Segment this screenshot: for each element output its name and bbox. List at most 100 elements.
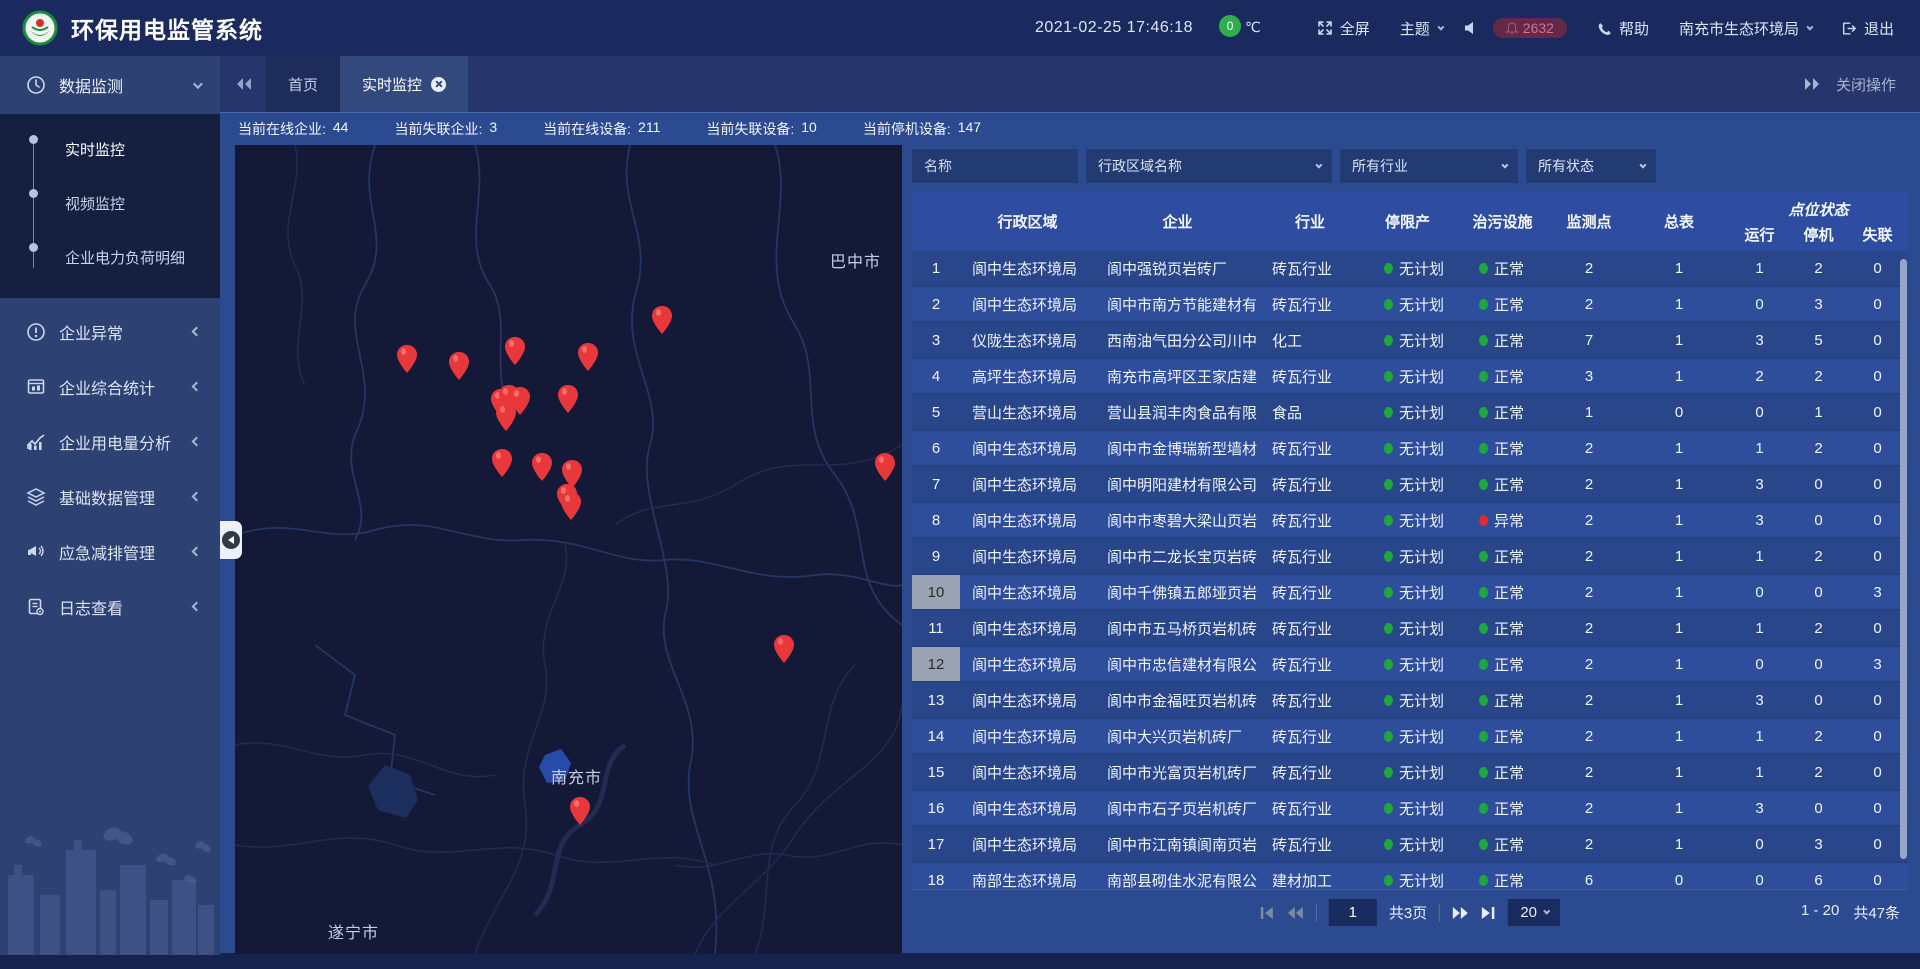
cell-region: 阆中生态环境局 <box>960 467 1095 501</box>
table-row[interactable]: 12 阆中生态环境局 阆中市忠信建材有限公 砖瓦行业 无计划 正常 2 1 0 <box>912 647 1908 683</box>
map-pin-icon[interactable] <box>557 384 579 414</box>
sidebar-subitem[interactable]: 企业电力负荷明细 <box>0 230 220 284</box>
stats-icon <box>26 377 46 397</box>
sidebar-item[interactable]: 企业综合统计 <box>0 359 220 414</box>
row-index: 11 <box>912 611 960 645</box>
mute-button[interactable] <box>1464 21 1479 35</box>
map-panel[interactable]: 巴中市 南充市 遂宁市 <box>235 145 902 954</box>
cell-company: 南充市高坪区王家店建 <box>1095 359 1260 393</box>
sidebar-item[interactable]: 企业用电量分析 <box>0 414 220 469</box>
stat-label: 当前停机设备: <box>863 119 951 139</box>
status-select[interactable]: 所有状态 <box>1526 149 1656 183</box>
table-scrollbar[interactable] <box>1900 259 1907 859</box>
region-select[interactable]: 行政区域名称 <box>1086 149 1332 183</box>
double-right-arrow-icon[interactable] <box>1804 77 1820 91</box>
stop-status-label: 无计划 <box>1399 582 1444 603</box>
map-pin-icon[interactable] <box>448 351 470 381</box>
close-icon[interactable] <box>431 77 446 92</box>
tabs-scroll-left-button[interactable] <box>236 77 252 91</box>
facility-status-label: 正常 <box>1494 726 1524 747</box>
cell-company: 阆中强锐页岩砖厂 <box>1095 251 1260 285</box>
table-row[interactable]: 6 阆中生态环境局 阆中市金博瑞新型墙材 砖瓦行业 无计划 正常 2 1 1 <box>912 431 1908 467</box>
last-page-button[interactable] <box>1481 906 1496 920</box>
sidebar-item[interactable]: 企业异常 <box>0 304 220 359</box>
table-row[interactable]: 8 阆中生态环境局 阆中市枣碧大梁山页岩 砖瓦行业 无计划 异常 2 1 3 <box>912 503 1908 539</box>
logout-button[interactable]: 退出 <box>1841 18 1894 39</box>
tab-label: 首页 <box>288 74 318 95</box>
previous-page-button[interactable] <box>1287 906 1304 920</box>
map-pin-icon[interactable] <box>504 336 526 366</box>
column-header-index <box>912 191 960 251</box>
map-pin-icon[interactable] <box>569 796 591 826</box>
table-row[interactable]: 11 阆中生态环境局 阆中市五马桥页岩机砖 砖瓦行业 无计划 正常 2 1 1 <box>912 611 1908 647</box>
map-pin-icon[interactable] <box>773 634 795 664</box>
table-row[interactable]: 3 仪陇生态环境局 西南油气田分公司川中 化工 无计划 正常 7 1 3 <box>912 323 1908 359</box>
sidebar-subitem[interactable]: 视频监控 <box>0 176 220 230</box>
table-row[interactable]: 5 营山生态环境局 营山县润丰肉食品有限 食品 无计划 正常 1 0 0 <box>912 395 1908 431</box>
cell-region: 阆中生态环境局 <box>960 431 1095 465</box>
table-row[interactable]: 1 阆中生态环境局 阆中强锐页岩砖厂 砖瓦行业 无计划 正常 2 1 1 <box>912 251 1908 287</box>
table-row[interactable]: 13 阆中生态环境局 阆中市金福旺页岩机砖 砖瓦行业 无计划 正常 2 1 3 <box>912 683 1908 719</box>
table-row[interactable]: 4 高坪生态环境局 南充市高坪区王家店建 砖瓦行业 无计划 正常 3 1 2 <box>912 359 1908 395</box>
notification-badge[interactable]: 2632 <box>1493 18 1567 38</box>
facility-status-label: 正常 <box>1494 870 1524 890</box>
cell-company: 阆中市金福旺页岩机砖 <box>1095 683 1260 717</box>
cell-meter-count: 1 <box>1628 791 1730 825</box>
next-page-button[interactable] <box>1452 906 1469 920</box>
map-pin-icon[interactable] <box>577 342 599 372</box>
status-dot <box>1479 875 1488 886</box>
sidebar-collapse-button[interactable] <box>220 521 242 559</box>
cell-company: 阆中市金博瑞新型墙材 <box>1095 431 1260 465</box>
table-panel: 行政区域名称 所有行业 所有状态 行政区域 企业 行业 停限产 治污设施 监测点… <box>912 149 1908 954</box>
table-header: 行政区域 企业 行业 停限产 治污设施 监测点 总表 点位状态 运行 停机 失联 <box>912 191 1908 251</box>
map-pin-icon[interactable] <box>531 452 553 482</box>
table-row[interactable]: 9 阆中生态环境局 阆中市二龙长宝页岩砖 砖瓦行业 无计划 正常 2 1 1 <box>912 539 1908 575</box>
map-pin-icon[interactable] <box>396 344 418 374</box>
theme-dropdown[interactable]: 主题 <box>1400 18 1442 39</box>
cell-facility-status: 正常 <box>1455 827 1550 861</box>
help-button[interactable]: 帮助 <box>1597 18 1649 39</box>
fullscreen-button[interactable]: 全屏 <box>1317 18 1370 39</box>
table-row[interactable]: 10 阆中生态环境局 阆中千佛镇五郎垭页岩 砖瓦行业 无计划 正常 2 1 0 <box>912 575 1908 611</box>
org-dropdown[interactable]: 南充市生态环境局 <box>1679 18 1811 39</box>
status-dot <box>1479 263 1488 274</box>
map-pin-icon[interactable] <box>491 448 513 478</box>
map-pin-icon[interactable] <box>651 305 673 335</box>
tab-realtime-monitor[interactable]: 实时监控 <box>340 56 468 112</box>
table-row[interactable]: 14 阆中生态环境局 阆中大兴页岩机砖厂 砖瓦行业 无计划 正常 2 1 1 <box>912 719 1908 755</box>
sidebar-item[interactable]: 基础数据管理 <box>0 469 220 524</box>
table-row[interactable]: 18 南部生态环境局 南部县砌佳水泥有限公 建材加工 无计划 正常 6 0 0 <box>912 863 1908 889</box>
cell-stop-status: 无计划 <box>1360 395 1455 429</box>
cell-run-count: 0 <box>1730 863 1789 889</box>
chart-icon <box>26 432 46 452</box>
name-search-input[interactable] <box>912 149 1078 183</box>
table-row[interactable]: 7 阆中生态环境局 阆中明阳建材有限公司 砖瓦行业 无计划 正常 2 1 3 <box>912 467 1908 503</box>
sidebar-item[interactable]: 应急减排管理 <box>0 524 220 579</box>
skyline-decoration <box>0 820 220 955</box>
table-row[interactable]: 16 阆中生态环境局 阆中市石子页岩机砖厂 砖瓦行业 无计划 正常 2 1 3 <box>912 791 1908 827</box>
sidebar-item-data-monitor[interactable]: 数据监测 <box>0 56 220 114</box>
sidebar-subitem[interactable]: 实时监控 <box>0 122 220 176</box>
close-operations-button[interactable]: 关闭操作 <box>1836 74 1896 95</box>
cell-region: 阆中生态环境局 <box>960 503 1095 537</box>
map-pin-icon[interactable] <box>560 491 582 521</box>
cell-facility-status: 正常 <box>1455 683 1550 717</box>
industry-select[interactable]: 所有行业 <box>1340 149 1518 183</box>
cell-stop-status: 无计划 <box>1360 863 1455 889</box>
table-row[interactable]: 2 阆中生态环境局 阆中市南方节能建材有 砖瓦行业 无计划 正常 2 1 0 <box>912 287 1908 323</box>
sidebar-item[interactable]: 日志查看 <box>0 579 220 634</box>
facility-status-label: 正常 <box>1494 546 1524 567</box>
map-pin-icon[interactable] <box>495 402 517 432</box>
page-size-select[interactable]: 20 <box>1508 899 1560 926</box>
map-city-label: 巴中市 <box>830 248 881 272</box>
table-row[interactable]: 17 阆中生态环境局 阆中市江南镇阆南页岩 砖瓦行业 无计划 正常 2 1 0 <box>912 827 1908 863</box>
status-dot <box>1479 587 1488 598</box>
tab-home[interactable]: 首页 <box>266 56 340 112</box>
cell-meter-count: 1 <box>1628 503 1730 537</box>
map-pin-icon[interactable] <box>874 452 896 482</box>
chevron-left-icon <box>192 492 202 502</box>
page-number-input[interactable]: 1 <box>1329 899 1377 926</box>
row-index: 1 <box>912 251 960 285</box>
table-row[interactable]: 15 阆中生态环境局 阆中市光富页岩机砖厂 砖瓦行业 无计划 正常 2 1 1 <box>912 755 1908 791</box>
first-page-button[interactable] <box>1260 906 1275 920</box>
